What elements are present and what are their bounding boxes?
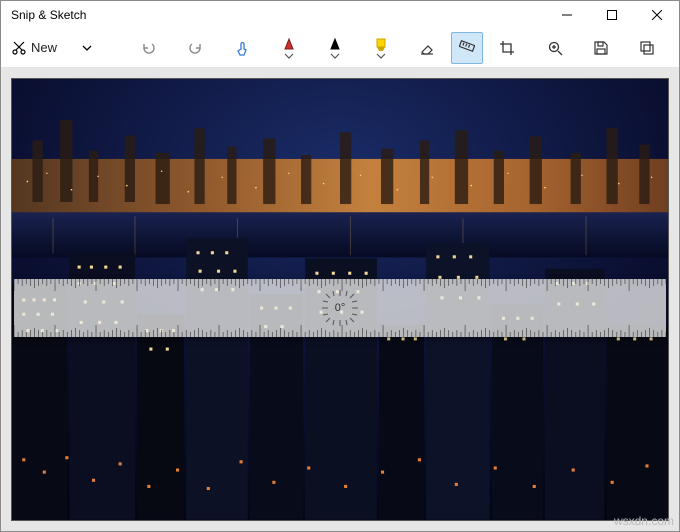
ruler-angle-indicator[interactable]: 0°: [320, 288, 360, 328]
app-window: Snip & Sketch New: [0, 0, 680, 532]
pencil-tool[interactable]: [313, 32, 357, 64]
save-icon: [593, 40, 609, 56]
window-title: Snip & Sketch: [11, 8, 86, 22]
ruler-tool[interactable]: [451, 32, 483, 64]
new-button-label: New: [31, 40, 57, 55]
eraser-tool[interactable]: [405, 32, 449, 64]
dial-rays-icon: [320, 288, 360, 328]
save-button[interactable]: [579, 32, 623, 64]
eraser-icon: [419, 40, 435, 56]
toolbar-center-group: [221, 32, 529, 64]
undo-button[interactable]: [127, 32, 171, 64]
touch-icon: [235, 40, 251, 56]
crop-tool[interactable]: [485, 32, 529, 64]
window-controls: [544, 1, 679, 28]
copy-button[interactable]: [625, 32, 669, 64]
ruler-overlay[interactable]: 0°: [14, 279, 666, 337]
toolbar: New: [1, 28, 679, 68]
canvas-area: 0°: [1, 68, 679, 531]
pencil-icon: [327, 37, 343, 59]
redo-button[interactable]: [173, 32, 217, 64]
minimize-button[interactable]: [544, 1, 589, 28]
highlighter-icon: [373, 37, 389, 59]
scissors-icon: [11, 40, 27, 56]
new-snip-dropdown[interactable]: [65, 32, 109, 64]
redo-icon: [187, 40, 203, 56]
touch-writing-button[interactable]: [221, 32, 265, 64]
undo-icon: [141, 40, 157, 56]
zoom-icon: [547, 40, 563, 56]
zoom-button[interactable]: [533, 32, 577, 64]
highlighter-tool[interactable]: [359, 32, 403, 64]
toolbar-left-group: New: [5, 32, 217, 64]
watermark: wsxdn.com: [614, 514, 674, 528]
share-button[interactable]: [671, 32, 680, 64]
crop-icon: [499, 40, 515, 56]
new-snip-button[interactable]: New: [5, 32, 63, 64]
title-bar: Snip & Sketch: [1, 1, 679, 28]
image-canvas[interactable]: 0°: [11, 78, 669, 521]
ruler-icon: [459, 40, 475, 56]
toolbar-right-group: [533, 32, 680, 64]
maximize-button[interactable]: [589, 1, 634, 28]
pen-icon: [281, 37, 297, 59]
copy-icon: [639, 40, 655, 56]
close-button[interactable]: [634, 1, 679, 28]
chevron-down-icon: [82, 43, 92, 53]
ballpoint-pen-tool[interactable]: [267, 32, 311, 64]
